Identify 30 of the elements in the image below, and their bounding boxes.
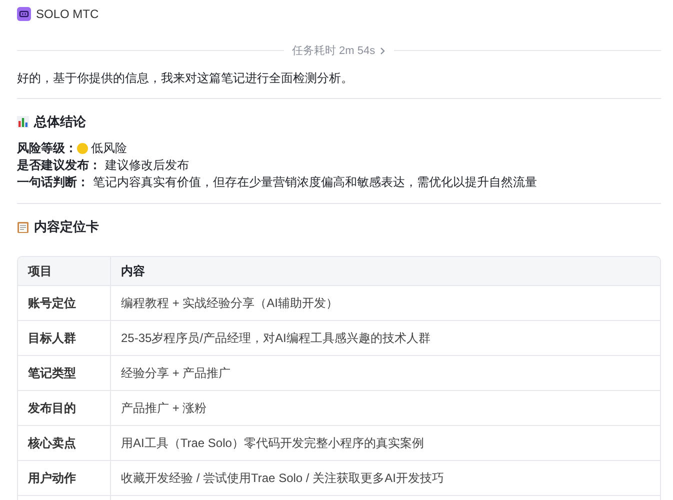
clipboard-icon	[17, 221, 29, 233]
logo-icon	[17, 7, 31, 21]
app-title: SOLO MTC	[36, 7, 99, 21]
field-label: 一句话判断：	[17, 175, 89, 190]
field-label: 风险等级：	[17, 141, 77, 156]
table-cell: 用户动作	[18, 461, 111, 495]
bar-chart-icon	[17, 116, 29, 128]
table-cell-text: 经验分享 + 产品推广	[120, 364, 232, 382]
intro-text: 好的，基于你提供的信息，我来对这篇笔记进行全面检测分析。	[17, 70, 354, 87]
table-cell: 发布目的	[18, 391, 111, 425]
section-heading: 总体结论	[34, 113, 86, 131]
table-cell-text: 25-35岁程序员/产品经理，对AI编程工具感兴趣的技术人群	[120, 330, 432, 346]
field-label: 是否建议发布：	[17, 158, 101, 173]
table-cell-text: 编程教程 + 实战经验分享（AI辅助开发）	[120, 294, 340, 312]
table-cell: 笔记类型	[18, 356, 111, 390]
task-time-toggle[interactable]: 任务耗时 2m 54s	[292, 43, 386, 58]
column-header: 项目	[18, 257, 111, 285]
field-value: 笔记内容真实有价值，但存在少量营销浓度偏高和敏感表达，需优化以提升自然流量	[93, 175, 537, 190]
section-heading: 内容定位卡	[34, 218, 99, 236]
table-cell-text: 收藏开发经验 / 尝试使用Trae Solo / 关注获取更多AI开发技巧	[120, 470, 445, 486]
table-cell: 目标人群	[18, 321, 111, 355]
table-cell-text: 产品推广 + 涨粉	[120, 400, 208, 416]
column-header: 内容	[120, 262, 146, 280]
chevron-icon	[379, 46, 386, 54]
warning-dot-icon	[77, 143, 88, 154]
field-value: 低风险	[91, 141, 127, 156]
table-cell: 核心卖点	[18, 426, 111, 460]
table-cell-text: 用AI工具（Trae Solo）零代码开发完整小程序的真实案例	[120, 434, 425, 452]
table-cell: 账号定位	[18, 286, 111, 320]
field-value: 建议修改后发布	[105, 158, 189, 173]
